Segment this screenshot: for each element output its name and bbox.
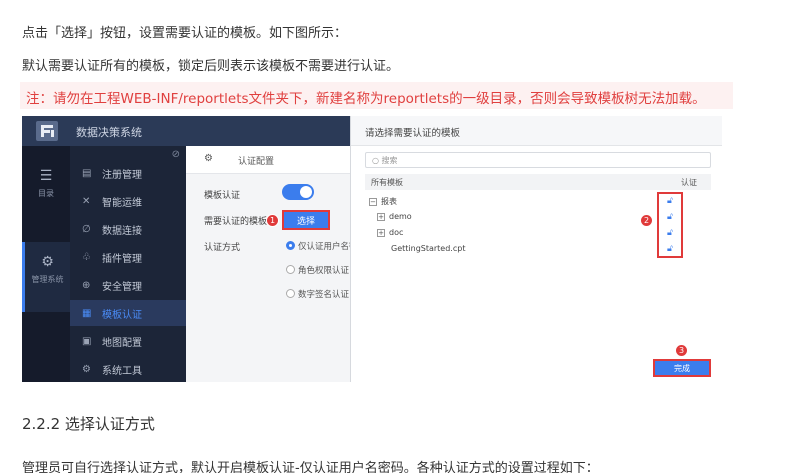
select-template-dialog: 请选择需要认证的模板 ○ 搜索 所有模板 认证 − 报表 + demo + doc G…: [350, 116, 722, 382]
list-icon: ☰: [39, 168, 53, 184]
app-logo-icon: [36, 121, 58, 141]
auth-option-role[interactable]: 角色权限认证: [286, 264, 349, 276]
shield-icon: ⊕: [82, 279, 91, 291]
auth-config-panel: ⚙ 认证配置 模板认证 需要认证的模板 1 选择 认证方式 仅认证用户名密 角色…: [186, 146, 358, 382]
icon-sidebar: ☰ 目录 ⚙ 管理系统: [22, 146, 70, 382]
auth-option-password[interactable]: 仅认证用户名密: [286, 240, 358, 252]
col-auth: 认证: [681, 178, 697, 187]
tree-node-reports[interactable]: − 报表: [369, 196, 397, 207]
config-header: ⚙ 认证配置: [186, 146, 350, 174]
settings-icon: ⚙: [204, 153, 213, 164]
select-button[interactable]: 选择: [282, 210, 330, 230]
sidebar-item-label: 管理系统: [31, 275, 64, 284]
section-heading: 2.2.2 选择认证方式: [22, 415, 155, 433]
menu-item-label: 数据连接: [102, 225, 142, 237]
config-title: 认证配置: [238, 157, 275, 167]
auth-option-label: 仅认证用户名密: [298, 242, 358, 252]
map-icon: ▣: [82, 335, 92, 347]
sidebar-item-catalog[interactable]: ☰ 目录: [22, 168, 70, 199]
paragraph-default-auth: 默认需要认证所有的模板，锁定后则表示该模板不需要进行认证。: [22, 59, 400, 74]
col-all-templates: 所有模板: [371, 178, 403, 187]
menu-item-label: 模板认证: [102, 309, 142, 321]
auth-option-label: 数字签名认证: [298, 290, 350, 300]
menu-item-template-auth[interactable]: ▦ 模板认证: [70, 300, 186, 326]
menu-item-security[interactable]: ⊕ 安全管理: [70, 272, 186, 298]
template-search-input[interactable]: ○ 搜索: [365, 152, 711, 168]
menu-item-ops[interactable]: ✕ 智能运维: [70, 188, 186, 214]
dialog-header: 请选择需要认证的模板: [351, 116, 722, 146]
gear-icon: ⚙: [41, 254, 54, 270]
register-icon: ▤: [82, 167, 92, 179]
auth-lock-column: 🔓︎ 🔓︎ 🔓︎ 🔓︎: [657, 192, 683, 258]
sidebar-item-management[interactable]: ⚙ 管理系统: [22, 242, 70, 312]
unlock-icon[interactable]: 🔓︎: [667, 244, 673, 254]
warning-note: 注：请勿在工程WEB-INF/reportlets文件夹下，新建名称为repor…: [20, 82, 733, 109]
app-topbar: 数据决策系统: [22, 116, 350, 146]
link-icon: ∅: [82, 223, 91, 235]
menu-item-label: 注册管理: [102, 169, 142, 181]
tree-node-doc[interactable]: + doc: [377, 228, 403, 237]
done-button[interactable]: 完成: [653, 359, 711, 377]
step-badge-2: 2: [640, 214, 653, 227]
menu-item-system-tools[interactable]: ⚙ 系统工具: [70, 356, 186, 382]
unlock-icon[interactable]: 🔓︎: [667, 212, 673, 222]
dialog-title: 请选择需要认证的模板: [365, 128, 461, 139]
management-menu: ⊘ ▤ 注册管理 ✕ 智能运维 ∅ 数据连接 ♧ 插件管理 ⊕ 安全管理 ▦ 模板认证 ▣ 地…: [70, 146, 186, 382]
menu-item-label: 安全管理: [102, 281, 142, 293]
search-icon: ○: [372, 156, 382, 165]
app-title: 数据决策系统: [76, 126, 142, 139]
step-badge-1: 1: [266, 214, 279, 227]
pin-icon[interactable]: ⊘: [172, 149, 180, 160]
menu-item-label: 插件管理: [102, 253, 142, 265]
unlock-icon[interactable]: 🔓︎: [667, 228, 673, 238]
template-auth-label: 模板认证: [204, 191, 241, 201]
tree-node-label: GettingStarted.cpt: [391, 244, 466, 253]
plugin-icon: ♧: [82, 251, 91, 263]
menu-item-register[interactable]: ▤ 注册管理: [70, 160, 186, 186]
embedded-screenshot: 数据决策系统 ☰ 目录 ⚙ 管理系统 ⊘ ▤ 注册管理 ✕ 智能运维 ∅ 数据连接 ♧…: [22, 116, 722, 382]
tree-node-gettingstarted[interactable]: GettingStarted.cpt: [391, 244, 465, 253]
menu-item-label: 智能运维: [102, 197, 142, 209]
tree-node-label: 报表: [381, 197, 397, 206]
tools-icon: ⚙: [82, 363, 91, 375]
unlock-icon[interactable]: 🔓︎: [667, 196, 673, 206]
radio-icon: [286, 265, 295, 274]
template-table-header: 所有模板 认证: [365, 174, 711, 190]
radio-checked-icon: [286, 241, 295, 250]
collapse-icon[interactable]: −: [369, 198, 377, 206]
paragraph-select-templates: 点击「选择」按钮，设置需要认证的模板。如下图所示：: [22, 26, 348, 41]
tree-node-label: doc: [389, 228, 404, 237]
expand-icon[interactable]: +: [377, 213, 385, 221]
menu-item-plugins[interactable]: ♧ 插件管理: [70, 244, 186, 270]
radio-icon: [286, 289, 295, 298]
tree-node-label: demo: [389, 212, 412, 221]
menu-item-map-config[interactable]: ▣ 地图配置: [70, 328, 186, 354]
sidebar-item-label: 目录: [38, 189, 54, 198]
menu-item-label: 地图配置: [102, 337, 142, 349]
menu-item-data-connection[interactable]: ∅ 数据连接: [70, 216, 186, 242]
need-auth-label: 需要认证的模板: [204, 217, 268, 227]
paragraph-auth-methods: 管理员可自行选择认证方式，默认开启模板认证-仅认证用户名密码。各种认证方式的设置…: [22, 461, 599, 473]
step-badge-3: 3: [675, 344, 688, 357]
template-auth-icon: ▦: [82, 307, 92, 319]
template-auth-toggle[interactable]: [282, 184, 314, 200]
search-placeholder: 搜索: [381, 156, 398, 165]
tree-node-demo[interactable]: + demo: [377, 212, 412, 221]
auth-method-label: 认证方式: [204, 243, 241, 253]
auth-option-label: 角色权限认证: [298, 266, 350, 276]
auth-option-signature[interactable]: 数字签名认证: [286, 288, 349, 300]
ops-icon: ✕: [82, 195, 91, 207]
expand-icon[interactable]: +: [377, 229, 385, 237]
menu-item-label: 系统工具: [102, 365, 142, 377]
